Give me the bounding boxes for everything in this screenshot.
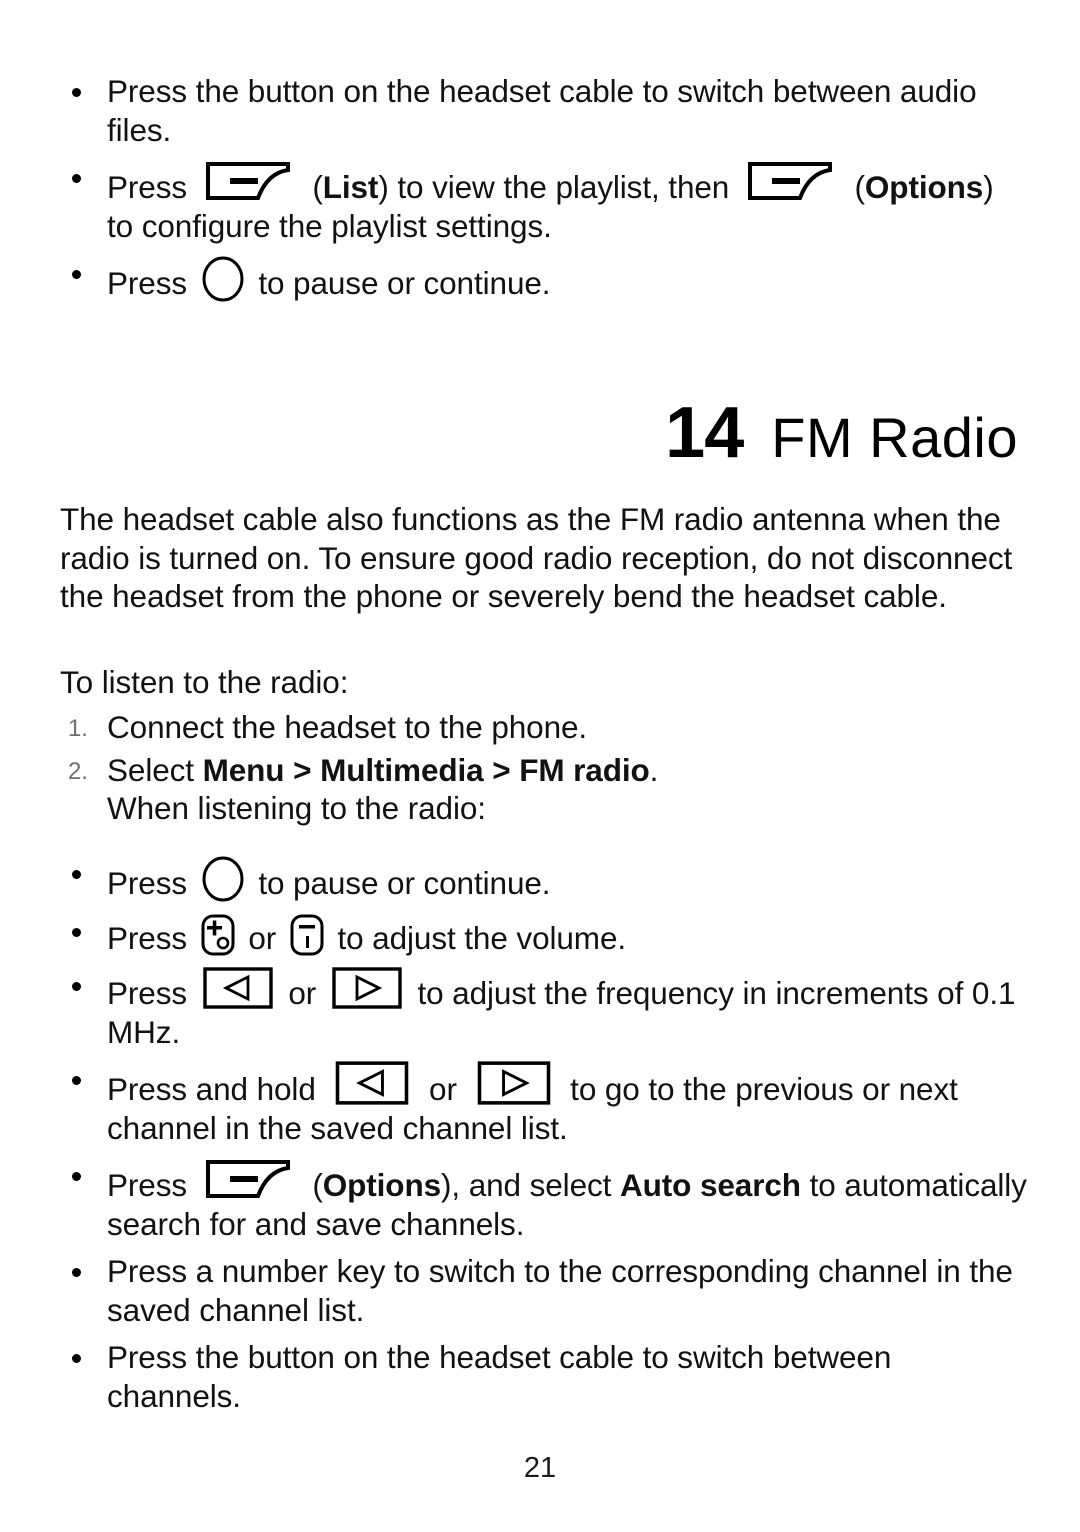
volume-down-key-icon: [290, 914, 324, 955]
bullet-item-headset-button-audio-files: Press the button on the headset cable to…: [60, 72, 1028, 149]
chapter-number: 14: [665, 393, 744, 473]
emphasis-text: Menu: [202, 751, 285, 788]
bullet-item-ok-pause-continue-radio: Press to pause or continue.: [60, 854, 1028, 903]
bullet-item-headset-button-channels: Press the button on the headset cable to…: [60, 1338, 1028, 1415]
intro-paragraph: The headset cable also functions as the …: [60, 501, 1013, 614]
bullet-item-list-options-playlist: Press (List) to view the playlist, then …: [60, 158, 1028, 245]
emphasis-text: FM radio: [519, 751, 650, 788]
volume-up-key-icon: [201, 914, 235, 955]
radio-bullet-list: Press to pause or continue. Press or to a…: [60, 854, 1028, 1424]
step-marker: 1.: [68, 715, 88, 742]
emphasis-text: List: [322, 169, 379, 205]
ok-key-icon: [202, 856, 244, 902]
listen-lead-in: To listen to the radio:: [60, 664, 349, 700]
step-marker: 2.: [68, 757, 88, 785]
step-line: Select Menu > Multimedia > FM radio.: [107, 751, 659, 788]
chapter-title: FM Radio: [771, 406, 1018, 469]
ok-key-icon: [202, 256, 244, 302]
softkey-icon: [205, 162, 290, 200]
bullet-item-auto-search: Press (Options), and select Auto search …: [60, 1156, 1028, 1243]
top-bullet-list: Press the button on the headset cable to…: [60, 72, 1028, 312]
steps-list: 1. Connect the headset to the phone. 2. Sel…: [60, 708, 1028, 832]
bullet-item-number-key-channel: Press a number key to switch to the corr…: [60, 1252, 1028, 1329]
chapter-heading: 14 FM Radio: [60, 392, 1028, 474]
step-item-1: 1. Connect the headset to the phone.: [60, 708, 1028, 747]
emphasis-text: Auto search: [619, 1167, 801, 1203]
bullet-item-frequency-adjust: Press or to adjust the frequency in incr…: [60, 966, 1028, 1051]
emphasis-text: Options: [322, 1167, 442, 1203]
arrow-right-key-icon: [477, 1061, 550, 1105]
bullet-item-volume-adjust: Press or to adjust the volume.: [60, 912, 1028, 958]
softkey-icon: [205, 1160, 290, 1198]
softkey-icon: [747, 162, 832, 200]
bullet-item-channel-prev-next: Press and hold or to go to the previous …: [60, 1060, 1028, 1147]
arrow-left-key-icon: [202, 967, 273, 1009]
step-line: Connect the headset to the phone.: [107, 709, 588, 745]
bullet-item-ok-pause-continue: Press to pause or continue.: [60, 254, 1028, 303]
manual-page: Press the button on the headset cable to…: [0, 0, 1080, 1532]
emphasis-text: >: [284, 751, 321, 788]
step-item-2: 2. Select Menu > Multimedia > FM radio. Wh…: [60, 751, 1028, 828]
step-line: When listening to the radio:: [107, 790, 486, 826]
page-number: 21: [523, 1452, 557, 1484]
emphasis-text: Multimedia: [320, 751, 484, 788]
emphasis-text: >: [483, 751, 520, 788]
arrow-right-key-icon: [332, 967, 402, 1009]
emphasis-text: Options: [864, 169, 984, 205]
arrow-left-key-icon: [336, 1061, 409, 1105]
